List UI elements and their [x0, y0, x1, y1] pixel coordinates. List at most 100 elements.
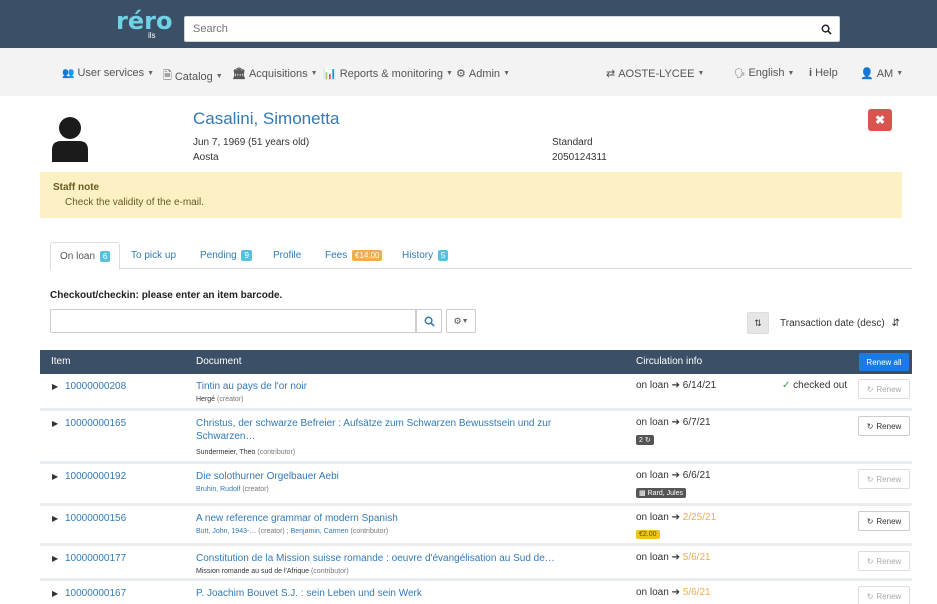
document-title-link[interactable]: Christus, der schwarze Befreier : Aufsät…: [196, 417, 581, 443]
document-title-link[interactable]: A new reference grammar of modern Spanis…: [196, 512, 581, 525]
expand-caret-icon[interactable]: ▶: [52, 589, 58, 598]
expand-caret-icon[interactable]: ▶: [52, 554, 58, 563]
search-input[interactable]: [185, 17, 785, 41]
chevron-down-icon: ▼: [446, 70, 453, 77]
tab-pending[interactable]: Pending 9: [191, 242, 261, 270]
nav-language[interactable]: 🗣 English ▼: [734, 67, 794, 79]
author-name[interactable]: Bruhin, Rudolf: [196, 486, 240, 493]
circ-status: on loan: [636, 552, 669, 563]
expand-caret-icon[interactable]: ▶: [52, 382, 58, 391]
staff-note: Staff note Check the validity of the e-m…: [40, 172, 902, 218]
circulation-info: on loan ➔ 2/25/21: [636, 512, 716, 523]
author-name[interactable]: Benjamin, Carmen: [291, 528, 349, 535]
search-box: [184, 16, 840, 42]
staff-note-message: Check the validity of the e-mail.: [65, 197, 204, 208]
tab-fees[interactable]: Fees €14.00: [316, 242, 391, 270]
nav-user-menu[interactable]: 👤 AM ▼: [860, 67, 903, 81]
table-row: ▶ 10000000208 Tintin au pays de l'or noi…: [40, 376, 912, 411]
nav-admin-label: Admin: [468, 67, 501, 80]
user-icon: 👤: [860, 68, 874, 80]
document-author: Hergé (creator): [196, 396, 243, 403]
refresh-icon: ↻: [866, 591, 874, 601]
sort-order-button[interactable]: ⇅: [747, 312, 769, 334]
search-button[interactable]: [813, 17, 839, 41]
header-circulation: Circulation info: [636, 356, 703, 367]
item-barcode-link[interactable]: 10000000177: [65, 553, 126, 564]
author-role: (contributor): [257, 449, 296, 456]
renew-label: Renew: [876, 591, 902, 601]
renew-all-button[interactable]: Renew all: [859, 353, 909, 371]
item-barcode-link[interactable]: 10000000192: [65, 471, 126, 482]
author-role: (creator): [217, 396, 244, 403]
renew-button[interactable]: ↻ Renew: [858, 511, 910, 531]
document-author: Mission romande au sud de l'Afrique (con…: [196, 568, 349, 575]
patron-type: Standard: [552, 137, 593, 148]
expand-caret-icon[interactable]: ▶: [52, 419, 58, 428]
renew-label: Renew: [876, 516, 902, 526]
due-date: 2/25/21: [682, 512, 717, 523]
close-patron-button[interactable]: ✖: [868, 109, 892, 131]
due-date: 6/7/21: [682, 417, 711, 428]
arrow-right-icon: ➔: [671, 380, 680, 391]
refresh-icon: ↻: [866, 556, 874, 566]
renew-label: Renew: [876, 384, 902, 394]
document-title-link[interactable]: P. Joachim Bouvet S.J. : sein Leben und …: [196, 587, 581, 600]
author-role: (contributor): [350, 528, 389, 535]
gears-icon: ⚙: [456, 68, 466, 80]
close-icon: ✖: [874, 113, 886, 127]
item-barcode-link[interactable]: 10000000165: [65, 418, 126, 429]
chevron-down-icon: ▼: [787, 69, 795, 77]
rero-logo[interactable]: réro ils: [116, 7, 173, 45]
checkout-options-button[interactable]: ⚙ ▼: [446, 309, 476, 333]
nav-user-services[interactable]: 👥 User services ▼: [62, 67, 154, 79]
renew-label: Renew: [876, 474, 902, 484]
nav-help[interactable]: i Help: [809, 67, 838, 79]
sort-select[interactable]: Transaction date (desc) ⇵: [780, 318, 900, 329]
patron-barcode: 2050124311: [552, 152, 607, 163]
tab-to-pick-up[interactable]: To pick up: [122, 242, 185, 270]
expand-caret-icon[interactable]: ▶: [52, 472, 58, 481]
nav-library-switch[interactable]: ⇄ AOSTE-LYCEE ▼: [606, 67, 704, 81]
nav-acquisitions-label: Acquisitions: [248, 67, 308, 80]
renew-button[interactable]: ↻ Renew: [858, 416, 910, 436]
expand-caret-icon[interactable]: ▶: [52, 514, 58, 523]
tab-on-loan[interactable]: On loan 6: [50, 242, 121, 270]
table-row: ▶ 10000000177 Constitution de la Mission…: [40, 548, 912, 581]
nav-catalog[interactable]: 🗎 Catalog ▼: [163, 67, 223, 86]
author-role: (creator): [242, 486, 269, 493]
author-name[interactable]: Butt, John, 1943-…: [196, 528, 256, 535]
nav-acquisitions[interactable]: 🏛 Acquisitions ▼: [232, 67, 318, 81]
document-author: Bruhin, Rudolf (creator): [196, 486, 269, 493]
renew-button[interactable]: ↻ Renew: [858, 586, 910, 604]
item-barcode-link[interactable]: 10000000167: [65, 588, 126, 599]
checkout-barcode-input[interactable]: [50, 309, 416, 333]
logo-text: réro: [116, 7, 173, 35]
chevron-down-icon: ▼: [215, 73, 223, 80]
nav-reports-label: Reports & monitoring: [339, 67, 444, 80]
checkout-search-button[interactable]: [416, 309, 442, 333]
checkout-status: ✓ checked out: [782, 380, 847, 391]
arrow-right-icon: ➔: [671, 552, 680, 563]
item-barcode-link[interactable]: 10000000208: [65, 381, 126, 392]
renew-button[interactable]: ↻ Renew: [858, 551, 910, 571]
requester-name: Rard, Jules: [647, 490, 683, 497]
tab-history[interactable]: History 5: [393, 242, 457, 270]
tab-profile[interactable]: Profile: [264, 242, 310, 270]
author-role: (contributor): [310, 568, 349, 575]
patron-name: Casalini, Simonetta: [193, 109, 340, 128]
tab-label: Pending: [200, 250, 237, 261]
tab-label: History: [402, 250, 434, 261]
patron-avatar-icon: [50, 116, 90, 162]
chevron-down-icon: ▼: [503, 70, 510, 77]
nav-reports[interactable]: 📊 Reports & monitoring ▼: [323, 67, 453, 81]
renew-button[interactable]: ↻ Renew: [858, 469, 910, 489]
arrow-right-icon: ➔: [671, 512, 680, 523]
request-badge: ▩ Rard, Jules: [636, 488, 686, 498]
document-title-link[interactable]: Constitution de la Mission suisse romand…: [196, 552, 581, 565]
renew-button[interactable]: ↻ Renew: [858, 379, 910, 399]
circ-status: on loan: [636, 417, 669, 428]
document-title-link[interactable]: Tintin au pays de l'or noir: [196, 380, 581, 393]
item-barcode-link[interactable]: 10000000156: [65, 513, 126, 524]
nav-admin[interactable]: ⚙ Admin ▼: [456, 67, 510, 81]
document-title-link[interactable]: Die solothurner Orgelbauer Aebi: [196, 470, 581, 483]
